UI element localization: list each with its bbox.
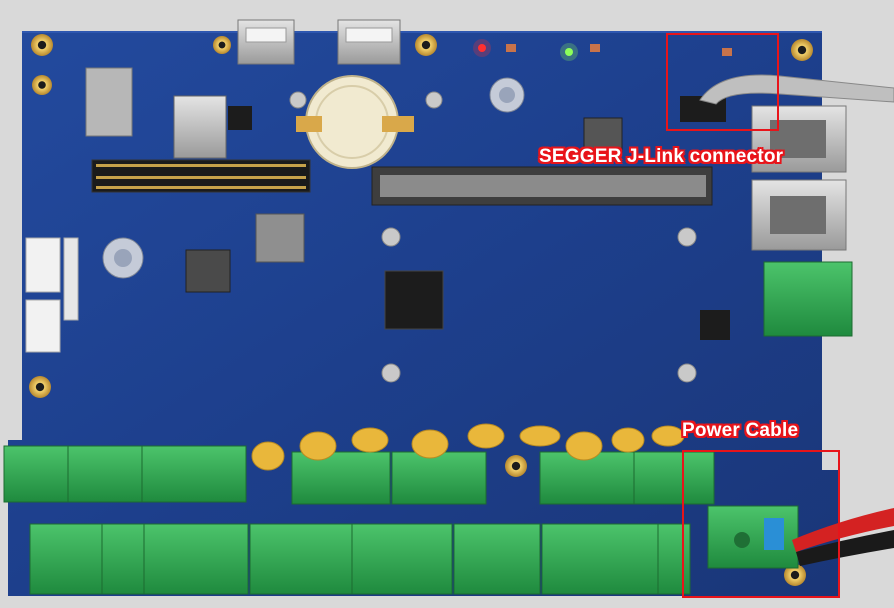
sodimm-slot [371,166,713,206]
right-terminal-block [763,261,853,337]
terminal-blocks-row1 [3,445,715,505]
terminal-blocks-row2 [29,523,691,595]
power-highlight-box [682,450,840,598]
jlink-highlight-box [666,33,779,131]
power-annotation-label: Power Cable [682,420,799,441]
jlink-annotation-label: SEGGER J-Link connector [539,146,784,167]
